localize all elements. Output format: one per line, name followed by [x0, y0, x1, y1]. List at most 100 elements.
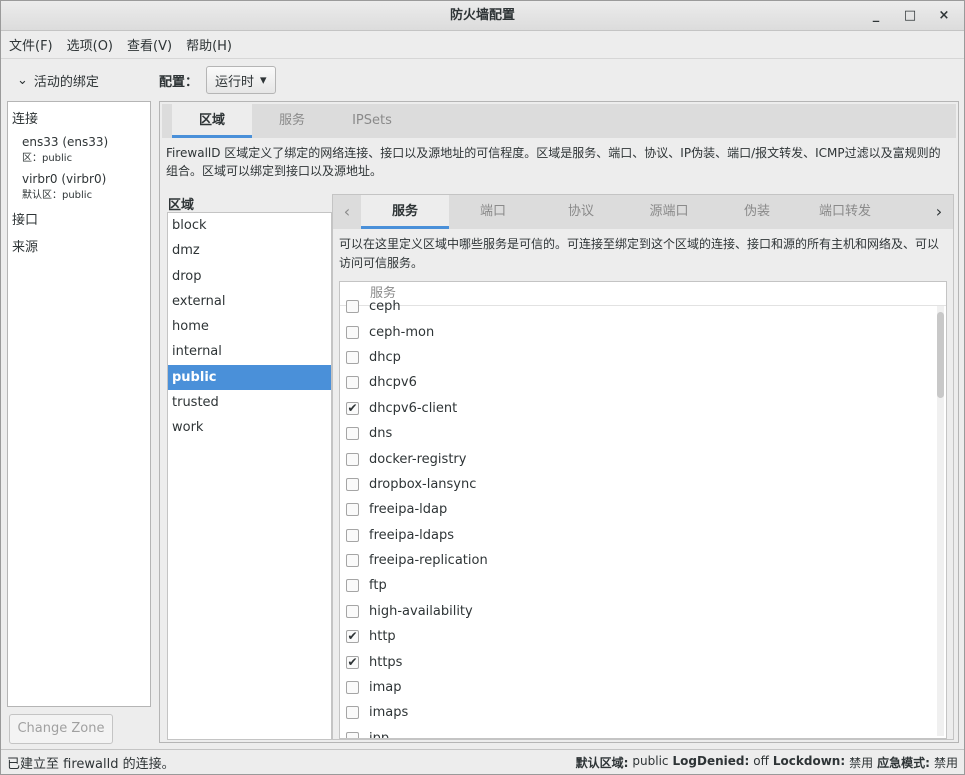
check-mark-icon: ✔	[347, 629, 358, 644]
config-selected: 运行时	[215, 74, 255, 90]
service-name: ipp	[369, 730, 390, 739]
status-bar: 已建立至 firewalld 的连接。 默认区域: public LogDeni…	[1, 749, 964, 774]
service-scrollbar[interactable]	[937, 306, 944, 736]
service-name: docker-registry	[369, 451, 467, 467]
service-name: freeipa-replication	[369, 553, 488, 569]
active-bindings-toggle[interactable]: ⌄ 活动的绑定	[7, 63, 151, 97]
zone-item-public[interactable]: public	[168, 364, 331, 391]
connection-name: virbr0 (virbr0)	[22, 172, 107, 186]
maximize-button[interactable]: □	[898, 1, 922, 31]
log-denied-value: off	[753, 754, 769, 768]
tab-zone-masquerade[interactable]: 伪装	[713, 195, 801, 229]
service-row-ftp[interactable]: ftp	[340, 573, 946, 598]
service-checkbox[interactable]	[346, 503, 359, 517]
log-denied-label: LogDenied:	[672, 754, 750, 768]
service-rows: ceph ceph-mon dhcp dhcpv6 ✔ dhcpv6-client dns d…	[340, 294, 946, 739]
chevron-right-icon[interactable]: ›	[925, 195, 953, 229]
service-checkbox[interactable]: ✔	[346, 629, 359, 644]
connections-label[interactable]: 连接	[12, 108, 146, 127]
tab-ipsets[interactable]: IPSets	[332, 104, 412, 138]
service-row-https[interactable]: ✔ https	[340, 649, 946, 674]
zone-item-block[interactable]: block	[168, 213, 331, 238]
dropdown-arrow-icon: ▾	[260, 72, 267, 88]
zone-item-external[interactable]: external	[168, 289, 331, 314]
sources-label[interactable]: 来源	[12, 236, 146, 255]
check-mark-icon: ✔	[347, 654, 358, 669]
service-checkbox[interactable]	[346, 477, 359, 491]
tab-zone-ports[interactable]: 端口	[449, 195, 537, 229]
service-name: ftp	[369, 578, 387, 594]
chevron-left-icon[interactable]: ‹	[333, 195, 361, 229]
service-checkbox[interactable]	[346, 731, 359, 738]
service-checkbox[interactable]	[346, 706, 359, 720]
scrollbar-thumb[interactable]	[937, 312, 944, 398]
lockdown-label: Lockdown:	[772, 754, 846, 768]
status-summary: 默认区域: public LogDenied: off Lockdown: 禁用…	[576, 754, 958, 771]
service-checkbox[interactable]	[346, 528, 359, 542]
service-checkbox[interactable]	[346, 554, 359, 568]
service-checkbox[interactable]	[346, 681, 359, 695]
config-dropdown[interactable]: 运行时 ▾	[206, 66, 276, 94]
service-checkbox[interactable]	[346, 452, 359, 466]
zone-item-dmz[interactable]: dmz	[168, 238, 331, 263]
interfaces-label[interactable]: 接口	[12, 209, 146, 228]
service-row-ceph-mon[interactable]: ceph-mon	[340, 319, 946, 344]
service-row-ceph[interactable]: ceph	[340, 294, 946, 319]
change-zone-button[interactable]: Change Zone	[9, 714, 113, 744]
tab-zone-source-ports[interactable]: 源端口	[625, 195, 713, 229]
service-row-dhcp[interactable]: dhcp	[340, 345, 946, 370]
service-row-ipp[interactable]: ipp	[340, 726, 946, 739]
service-name: high-availability	[369, 603, 473, 619]
connection-item[interactable]: virbr0 (virbr0) 默认区：public	[12, 172, 146, 201]
config-label: 配置：	[159, 74, 199, 90]
check-mark-icon: ✔	[347, 400, 358, 415]
service-row-http[interactable]: ✔ http	[340, 624, 946, 649]
tab-zone-port-forwarding[interactable]: 端口转发	[801, 195, 889, 229]
service-name: dhcpv6-client	[369, 400, 458, 416]
zone-list: block dmz drop external home internal pu…	[167, 212, 332, 740]
service-checkbox[interactable]	[346, 604, 359, 618]
lockdown-value: 禁用	[849, 756, 874, 770]
service-checkbox[interactable]: ✔	[346, 400, 359, 415]
menu-file[interactable]: 文件(F)	[9, 35, 53, 54]
zone-item-internal[interactable]: internal	[168, 339, 331, 364]
tab-services[interactable]: 服务	[252, 104, 332, 138]
tab-zone-protocols[interactable]: 协议	[537, 195, 625, 229]
service-row-freeipa-replication[interactable]: freeipa-replication	[340, 548, 946, 573]
service-checkbox[interactable]	[346, 579, 359, 593]
service-row-high-availability[interactable]: high-availability	[340, 599, 946, 624]
zone-item-trusted[interactable]: trusted	[168, 390, 331, 415]
service-row-dhcpv6[interactable]: dhcpv6	[340, 370, 946, 395]
service-row-dropbox-lansync[interactable]: dropbox-lansync	[340, 472, 946, 497]
service-name: dropbox-lansync	[369, 476, 477, 492]
service-row-dns[interactable]: dns	[340, 421, 946, 446]
zone-item-drop[interactable]: drop	[168, 264, 331, 289]
menu-help[interactable]: 帮助(H)	[186, 35, 232, 54]
connection-item[interactable]: ens33 (ens33) 区：public	[12, 135, 146, 164]
service-checkbox[interactable]	[346, 376, 359, 390]
service-checkbox[interactable]	[346, 325, 359, 339]
zone-item-home[interactable]: home	[168, 314, 331, 339]
tab-zones[interactable]: 区域	[172, 104, 252, 138]
service-row-dhcpv6-client[interactable]: ✔ dhcpv6-client	[340, 396, 946, 421]
service-checkbox[interactable]: ✔	[346, 654, 359, 669]
menu-options[interactable]: 选项(O)	[67, 35, 113, 54]
service-checkbox[interactable]	[346, 427, 359, 441]
service-row-freeipa-ldaps[interactable]: freeipa-ldaps	[340, 523, 946, 548]
menu-view[interactable]: 查看(V)	[127, 35, 172, 54]
config-selector: 配置： 运行时 ▾	[159, 63, 276, 97]
service-checkbox[interactable]	[346, 350, 359, 364]
service-name: imaps	[369, 705, 409, 721]
close-button[interactable]: ×	[932, 1, 956, 31]
firewall-config-window: 防火墙配置 _ □ × 文件(F) 选项(O) 查看(V) 帮助(H) ⌄ 活动…	[0, 0, 965, 775]
tab-zone-services[interactable]: 服务	[361, 195, 449, 229]
service-row-docker-registry[interactable]: docker-registry	[340, 446, 946, 471]
zone-item-work[interactable]: work	[168, 415, 331, 440]
service-name: dhcp	[369, 349, 401, 365]
menu-bar: 文件(F) 选项(O) 查看(V) 帮助(H)	[1, 31, 964, 59]
service-checkbox[interactable]	[346, 300, 359, 314]
service-row-freeipa-ldap[interactable]: freeipa-ldap	[340, 497, 946, 522]
service-row-imaps[interactable]: imaps	[340, 700, 946, 725]
minimize-button[interactable]: _	[864, 1, 888, 31]
service-row-imap[interactable]: imap	[340, 675, 946, 700]
